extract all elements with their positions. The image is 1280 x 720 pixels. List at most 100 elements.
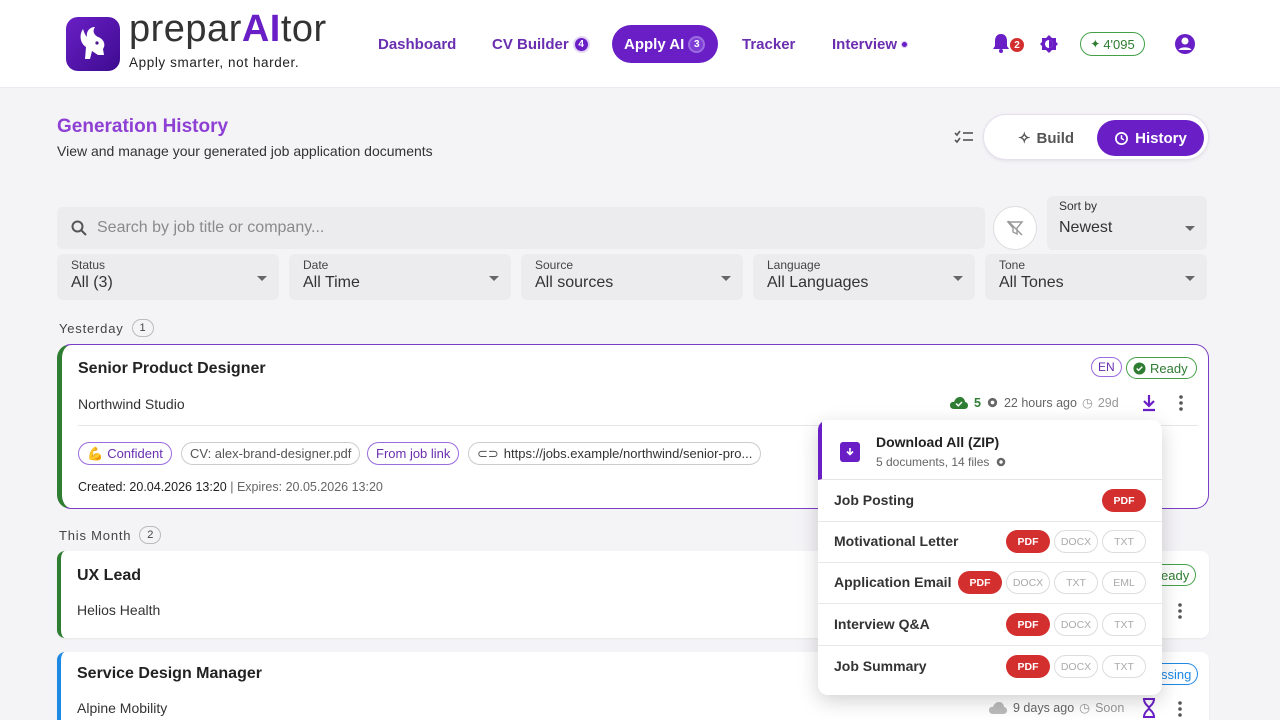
date-filter-label: Date: [303, 258, 329, 272]
doc-name: Interview Q&A: [834, 616, 930, 632]
tone-filter-value: All Tones: [999, 274, 1064, 291]
language-filter-label: Language: [767, 258, 821, 272]
chevron-down-icon: [257, 276, 267, 281]
txt-button[interactable]: TXT: [1102, 613, 1146, 636]
notification-count-badge: 2: [1009, 37, 1025, 53]
language-filter-select[interactable]: Language All Languages: [753, 254, 975, 300]
source-chip: From job link: [367, 442, 460, 465]
more-vert-icon[interactable]: [1177, 602, 1183, 625]
created-date: Created: 20.04.2026 13:20: [78, 480, 227, 494]
more-vert-icon[interactable]: [1178, 394, 1184, 412]
card-company: Northwind Studio: [78, 396, 185, 412]
docs-count: 5: [974, 395, 981, 410]
sparkle-icon: ✦: [1090, 37, 1101, 51]
docx-button[interactable]: DOCX: [1054, 655, 1098, 678]
docx-button[interactable]: DOCX: [1054, 530, 1098, 553]
apply-ai-count-badge: 3: [688, 35, 706, 53]
txt-button[interactable]: TXT: [1102, 655, 1146, 678]
nav-cv-builder[interactable]: CV Builder 4: [492, 25, 590, 63]
menu-row-motivational-letter: Motivational Letter PDF DOCX TXT: [818, 521, 1162, 563]
menu-row-job-posting: Job Posting PDF: [818, 480, 1162, 522]
app-logo-text[interactable]: preparAItor: [129, 8, 327, 51]
more-vert-icon[interactable]: [1177, 700, 1183, 720]
nav-interview[interactable]: Interview: [832, 25, 909, 63]
source-filter-label: Source: [535, 258, 574, 272]
cloud-icon: [989, 701, 1007, 714]
logo-icon[interactable]: [66, 17, 120, 71]
tone-chip: 💪 Confident: [78, 442, 172, 465]
gear-icon[interactable]: [986, 396, 999, 409]
pdf-button[interactable]: PDF: [1006, 613, 1050, 636]
history-tab[interactable]: History: [1097, 120, 1204, 156]
tone-filter-label: Tone: [999, 258, 1026, 272]
doc-name: Job Summary: [834, 658, 927, 674]
clock-icon: ◷: [1081, 396, 1093, 410]
time-ago: 22 hours ago: [1003, 395, 1077, 410]
card-job-title: Senior Product Designer: [78, 360, 266, 377]
nav-dashboard[interactable]: Dashboard: [378, 25, 456, 63]
build-tab[interactable]: ✧ Build: [998, 123, 1094, 153]
card-company: Helios Health: [77, 602, 161, 618]
page-title: Generation History: [57, 116, 229, 137]
search-icon: [71, 220, 87, 236]
bell-icon[interactable]: [991, 32, 1011, 59]
clock-icon: ◷: [1079, 701, 1091, 715]
docx-button[interactable]: DOCX: [1054, 613, 1098, 636]
theme-toggle-icon[interactable]: [1039, 34, 1059, 59]
download-all-zip[interactable]: Download All (ZIP) 5 documents, 14 files: [818, 420, 1162, 480]
sparkles-icon: ✧: [1017, 130, 1031, 147]
sort-label: Sort by: [1059, 199, 1098, 213]
nav-tracker[interactable]: Tracker: [742, 25, 795, 63]
pdf-button[interactable]: PDF: [1102, 489, 1146, 512]
created-dates: Created: 20.04.2026 13:20 | Expires: 20.…: [78, 480, 383, 494]
chevron-down-icon: [489, 276, 499, 281]
group-count-badge: 2: [139, 526, 162, 544]
top-header: preparAItor Apply smarter, not harder. D…: [0, 0, 1280, 88]
source-filter-select[interactable]: Source All sources: [521, 254, 743, 300]
pdf-button[interactable]: PDF: [958, 571, 1002, 594]
sort-select[interactable]: Sort by Newest: [1047, 196, 1207, 250]
nav-apply-ai[interactable]: Apply AI 3: [612, 25, 718, 63]
gear-icon[interactable]: [995, 456, 1007, 468]
status-filter-select[interactable]: Status All (3): [57, 254, 279, 300]
date-filter-select[interactable]: Date All Time: [289, 254, 511, 300]
card-company: Alpine Mobility: [77, 700, 168, 716]
status-filter-label: Status: [71, 258, 106, 272]
pdf-button[interactable]: PDF: [1006, 530, 1050, 553]
txt-button[interactable]: TXT: [1054, 571, 1098, 594]
sort-value: Newest: [1059, 219, 1113, 236]
hourglass-icon: [1142, 698, 1156, 720]
interview-dot-indicator: [901, 40, 909, 48]
tone-filter-select[interactable]: Tone All Tones: [985, 254, 1207, 300]
group-header-this-month: This Month 2: [59, 526, 162, 544]
clear-filters-button[interactable]: [993, 206, 1037, 250]
group-header-yesterday: Yesterday 1: [59, 319, 154, 337]
check-circle-icon: [1133, 361, 1146, 375]
date-filter-value: All Time: [303, 274, 360, 291]
docx-button[interactable]: DOCX: [1006, 571, 1050, 594]
group-count-badge: 1: [131, 319, 154, 337]
txt-button[interactable]: TXT: [1102, 530, 1146, 553]
chevron-down-icon: [721, 276, 731, 281]
expires-in: 29d: [1097, 395, 1119, 410]
card-meta: 9 days ago ◷ Soon: [988, 700, 1124, 715]
link-icon: ⊂⊃: [477, 445, 499, 461]
job-link-chip[interactable]: ⊂⊃ https://jobs.example/northwind/senior…: [468, 442, 762, 465]
bulk-select-icon[interactable]: [954, 129, 974, 150]
pdf-button[interactable]: PDF: [1006, 655, 1050, 678]
expires-date: | Expires: 20.05.2026 13:20: [230, 480, 383, 494]
archive-icon: [840, 442, 860, 462]
language-badge: EN: [1091, 357, 1122, 377]
menu-row-application-email: Application Email PDF DOCX TXT EML: [818, 562, 1162, 604]
account-icon[interactable]: [1174, 33, 1196, 60]
search-input[interactable]: [97, 219, 957, 237]
credits-badge[interactable]: ✦ 4'095: [1080, 32, 1145, 56]
menu-row-interview-qa: Interview Q&A PDF DOCX TXT: [818, 604, 1162, 646]
download-icon[interactable]: [1141, 394, 1157, 417]
download-menu: Download All (ZIP) 5 documents, 14 files…: [818, 420, 1162, 695]
cloud-done-icon: [950, 396, 968, 409]
app-tagline: Apply smarter, not harder.: [129, 55, 300, 70]
download-all-subtitle: 5 documents, 14 files: [876, 455, 1007, 469]
eml-button[interactable]: EML: [1102, 571, 1146, 594]
download-all-label: Download All (ZIP): [876, 434, 1000, 450]
